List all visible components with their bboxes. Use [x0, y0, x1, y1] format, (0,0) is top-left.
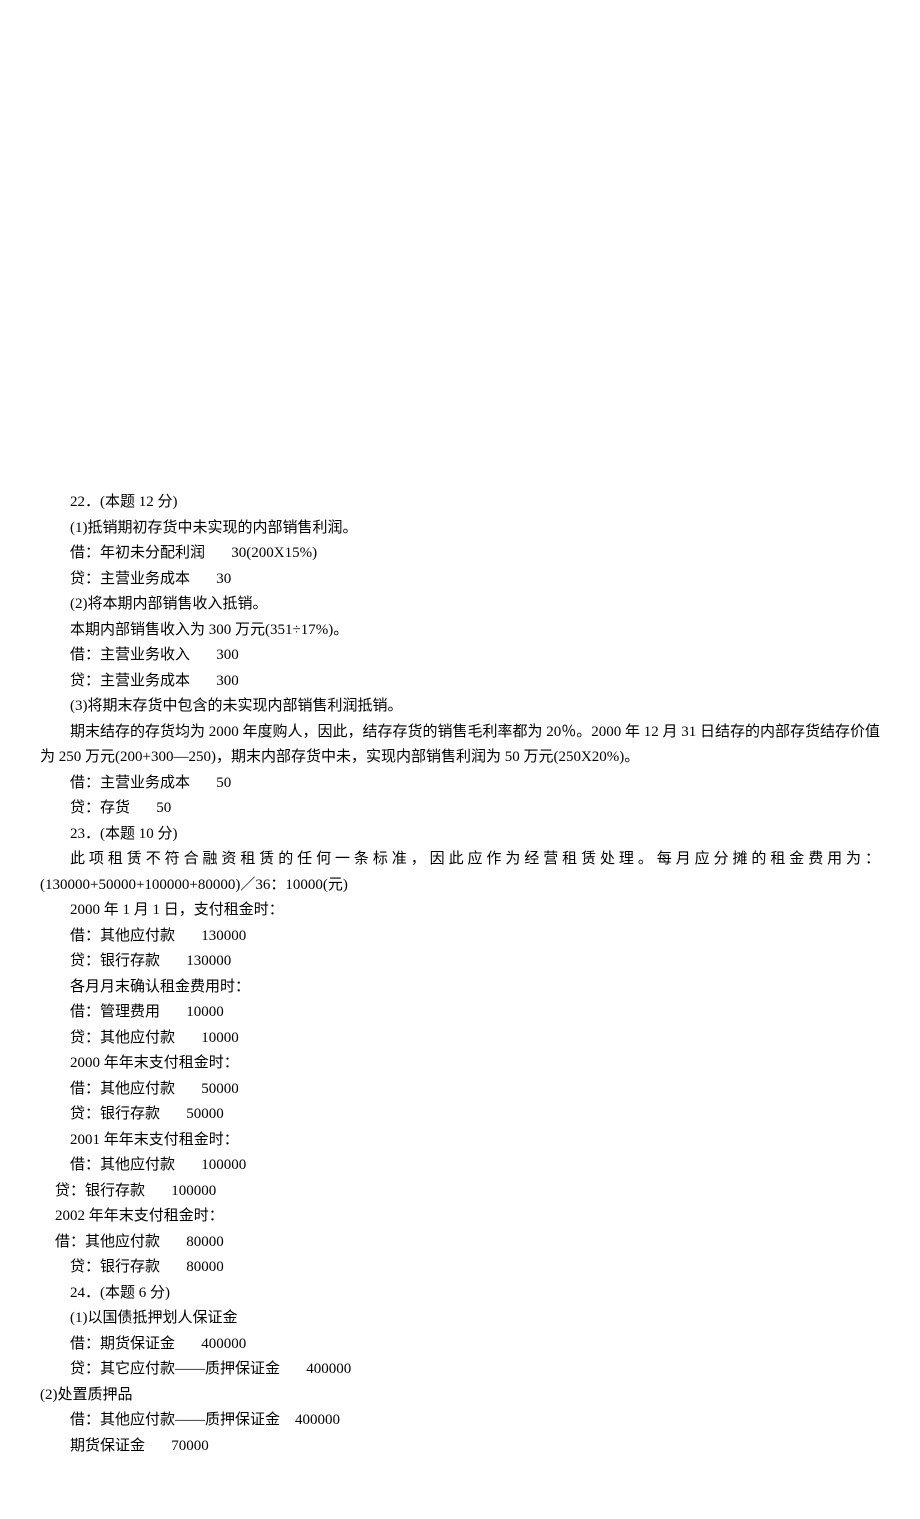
text-line: 此项租赁不符合融资租赁的任何一条标准，因此应作为经营租赁处理。每月应分摊的租金费… — [40, 847, 880, 873]
text-line: 借：主营业务收入 300 — [40, 643, 880, 669]
text-line: (2)处置质押品 — [40, 1383, 880, 1409]
text-line: 期货保证金 70000 — [40, 1434, 880, 1460]
text-line: 贷：其他应付款 10000 — [40, 1026, 880, 1052]
text-line: 本期内部销售收入为 300 万元(351÷17%)。 — [40, 618, 880, 644]
text-line: 贷：银行存款 80000 — [40, 1255, 880, 1281]
text-line: 23．(本题 10 分) — [40, 822, 880, 848]
text-line: 借：期货保证金 400000 — [40, 1332, 880, 1358]
text-line: 2000 年年末支付租金时： — [40, 1051, 880, 1077]
text-line: 贷：银行存款 130000 — [40, 949, 880, 975]
text-line: 借：其他应付款 130000 — [40, 924, 880, 950]
text-line: 贷：银行存款 50000 — [40, 1102, 880, 1128]
text-line: 贷：存货 50 — [40, 796, 880, 822]
text-line: 2001 年年末支付租金时： — [40, 1128, 880, 1154]
text-line: 22．(本题 12 分) — [40, 490, 880, 516]
text-line: (2)将本期内部销售收入抵销。 — [40, 592, 880, 618]
document-page: 22．(本题 12 分)(1)抵销期初存货中未实现的内部销售利润。借：年初未分配… — [0, 0, 920, 1519]
text-line: (3)将期末存货中包含的未实现内部销售利润抵销。 — [40, 694, 880, 720]
text-line: 期末结存的存货均为 2000 年度购人，因此，结存存货的销售毛利率都为 20％。… — [40, 720, 880, 771]
text-line: 2000 年 1 月 1 日，支付租金时： — [40, 898, 880, 924]
text-line: (1)以国债抵押划人保证金 — [40, 1306, 880, 1332]
text-line: 借：年初未分配利润 30(200X15%) — [40, 541, 880, 567]
text-line: 借：主营业务成本 50 — [40, 771, 880, 797]
text-line: 各月月末确认租金费用时： — [40, 975, 880, 1001]
text-line: 借：其他应付款 80000 — [40, 1230, 880, 1256]
text-line: 2002 年年末支付租金时： — [40, 1204, 880, 1230]
text-line: (1)抵销期初存货中未实现的内部销售利润。 — [40, 516, 880, 542]
text-line: (130000+50000+100000+80000)／36：10000(元) — [40, 873, 880, 899]
text-line: 借：其他应付款——质押保证金 400000 — [40, 1408, 880, 1434]
text-line: 借：其他应付款 50000 — [40, 1077, 880, 1103]
text-line: 贷：其它应付款——质押保证金 400000 — [40, 1357, 880, 1383]
text-line: 24．(本题 6 分) — [40, 1281, 880, 1307]
text-line: 贷：银行存款 100000 — [40, 1179, 880, 1205]
text-line: 借：管理费用 10000 — [40, 1000, 880, 1026]
text-line: 贷：主营业务成本 30 — [40, 567, 880, 593]
text-line: 借：其他应付款 100000 — [40, 1153, 880, 1179]
text-line: 贷：主营业务成本 300 — [40, 669, 880, 695]
